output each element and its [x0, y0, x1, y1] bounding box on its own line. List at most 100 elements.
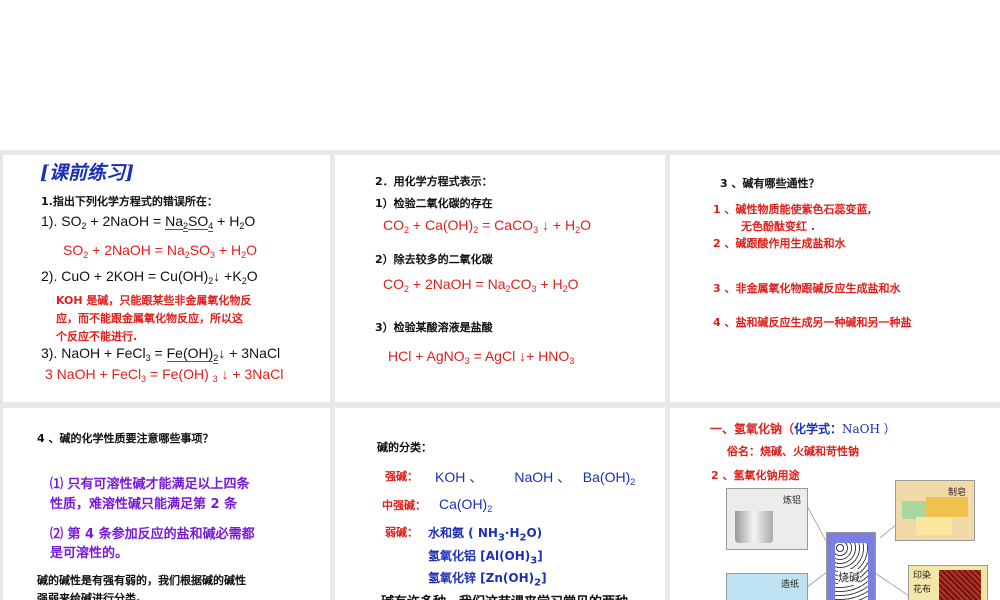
aluminum-pot-image: 炼铝 — [726, 488, 808, 550]
equation-part: O) — [526, 526, 543, 540]
equation-part: CO — [383, 217, 404, 233]
equation-part: = — [150, 345, 167, 361]
equation-part: CO — [383, 276, 404, 292]
equation-part: SO — [189, 242, 210, 258]
list-item: 1 、碱性物质能使紫色石蕊变蓝, — [713, 203, 872, 216]
slide-thumbnail-2[interactable]: 2．用化学方程式表示： 1）检验二氧化碳的存在 CO2 + Ca(OH)2 = … — [335, 155, 665, 402]
subheading: 3）检验某酸溶液是盐酸 — [375, 321, 493, 334]
question-text: 1.指出下列化学方程式的错误所在： — [41, 195, 218, 208]
equation-part: + H — [213, 213, 240, 229]
note-line: 个反应不能进行. — [56, 330, 138, 343]
equation-part: + 2NaOH = Na — [88, 242, 185, 258]
slide-thumbnail-5[interactable]: 碱的分类： 强碱： KOH 、 NaOH 、 Ba(OH)2 中强碱： Ca(O… — [335, 408, 665, 600]
category-label: 强碱： — [385, 470, 418, 483]
equation-part: CO — [510, 276, 532, 292]
equation-part: ↓ + H — [538, 217, 576, 233]
list-item: 无色酚酞变红 . — [741, 220, 816, 233]
equation-part: 3 — [569, 356, 575, 366]
footer-line: 碱有许多种，我们这节课来学习常见的两种 — [381, 591, 628, 600]
slide-title: 3 、碱有哪些通性？ — [720, 177, 820, 190]
image-label: 制皂 — [947, 488, 966, 498]
equation: 1). SO2 + 2NaOH = Na2SO4 + H2O — [41, 213, 255, 232]
papermaking-image: 造纸 — [726, 573, 808, 600]
category-values: 氢氧化铝 [Al(OH)3] — [428, 547, 543, 566]
equation-part: ↓ +K — [213, 268, 242, 284]
image-label: 印染花布 — [913, 571, 932, 595]
slide-title: 碱的分类： — [377, 441, 432, 454]
category-values: Ca(OH)2 — [439, 496, 492, 514]
caustic-soda-jar-image: 烧碱 — [826, 532, 876, 600]
equation-part: 3 — [497, 532, 505, 544]
equation-part: O — [246, 242, 257, 258]
subheading: 1）检验二氧化碳的存在 — [375, 197, 493, 210]
image-label: 造纸 — [780, 580, 799, 590]
slide-thumbnail-1[interactable]: [课前练习] 1.指出下列化学方程式的错误所在： 1). SO2 + 2NaOH… — [3, 155, 330, 402]
equation-part: 2 — [630, 477, 636, 487]
list-item: 4 、盐和碱反应生成另一种碱和另一种盐 — [713, 316, 912, 329]
equation: 2). CuO + 2KOH = Cu(OH)2↓ +K2O — [41, 268, 258, 286]
equation: CO2 + Ca(OH)2 = CaCO3 ↓ + H2O — [383, 217, 591, 235]
equation-part: 2). CuO + 2KOH = Cu(OH) — [41, 268, 209, 284]
equation-part: + H — [536, 276, 563, 292]
equation-part: O — [246, 268, 258, 284]
category-values: KOH 、 NaOH 、 Ba(OH)2 — [435, 467, 635, 487]
note-line: KOH 是碱，只能跟某些非金属氧化物反 — [56, 294, 252, 307]
point-line: 性质，难溶性碱只能满足第 2 条 — [50, 497, 238, 512]
point-line: ⑴ 只有可溶性碱才能满足以上四条 — [50, 477, 250, 492]
equation-part: 3). NaOH + FeCl — [41, 345, 146, 361]
equation-part: Na — [165, 213, 183, 230]
footer-line: 碱的碱性是有强有弱的，我们根据碱的碱性 — [37, 574, 246, 587]
soap-image: 制皂 — [895, 480, 975, 541]
footer-line: 强弱来给碱进行分类。 — [37, 592, 147, 600]
slide-thumbnail-6[interactable]: 一、氢氧化钠（化学式：NaOH ） 俗名：烧碱、火碱和苛性钠 2 、氢氧化钠用途… — [670, 408, 1000, 600]
equation-part: 2 — [487, 504, 493, 514]
equation-part: 水和氨 ( NH — [428, 526, 498, 540]
dyed-fabric-image: 印染花布 — [908, 565, 988, 600]
equation: CO2 + 2NaOH = Na2CO3 + H2O — [383, 276, 579, 294]
equation-part: = Fe(OH) — [146, 366, 213, 382]
equation-correction: SO2 + 2NaOH = Na2SO3 + H2O — [63, 242, 257, 260]
equation: 3). NaOH + FeCl3 = Fe(OH)2↓ + 3NaCl — [41, 345, 281, 364]
equation-part: KOH 、 NaOH 、 Ba(OH) — [435, 469, 631, 485]
image-label: 烧碱 — [838, 569, 860, 585]
equation-part: ↓ + 3NaCl — [217, 366, 284, 382]
slide-thumbnail-3[interactable]: 3 、碱有哪些通性？ 1 、碱性物质能使紫色石蕊变蓝, 无色酚酞变红 . 2 、… — [670, 155, 1000, 402]
equation-part: SO — [188, 213, 209, 230]
point-line: ⑵ 第 4 条参加反应的盐和碱必需都 — [50, 527, 255, 542]
subheading: 2）除去较多的二氧化碳 — [375, 253, 493, 266]
image-label: 炼铝 — [782, 496, 801, 506]
category-values: 水和氨 ( NH3·H2O) — [428, 524, 542, 543]
equation-part: O — [567, 276, 579, 292]
equation-part: 1). SO — [41, 213, 82, 229]
equation-part: Fe(OH) — [166, 345, 214, 362]
fabric-icon — [939, 570, 981, 600]
equation-part: 氢氧化铝 [Al(OH) — [428, 549, 531, 563]
equation-part: O — [580, 217, 591, 233]
equation-part: = AgCl ↓+ HNO — [469, 348, 570, 364]
equation-part: + 2NaOH = Na — [409, 276, 506, 292]
equation-part: = CaCO — [478, 217, 534, 233]
category-values: 氢氧化锌 [Zn(OH)2] — [428, 569, 547, 588]
category-label: 弱碱： — [385, 526, 418, 539]
slide-title: 4 、碱的化学性质要注意哪些事项？ — [37, 432, 214, 445]
equation: HCl + AgNO3 = AgCl ↓+ HNO3 — [388, 348, 574, 366]
slide-title: 2．用化学方程式表示： — [375, 175, 493, 188]
equation-part: + H — [215, 242, 242, 258]
note-line: 应，而不能跟金属氧化物反应，所以这 — [56, 312, 243, 325]
equation-part: Ca(OH) — [439, 496, 488, 512]
equation-part: + 2NaOH = — [86, 213, 166, 229]
equation-part: + Ca(OH) — [409, 217, 474, 233]
slide-thumbnail-4[interactable]: 4 、碱的化学性质要注意哪些事项？ ⑴ 只有可溶性碱才能满足以上四条 性质，难溶… — [3, 408, 330, 600]
equation-part: ↓ + 3NaCl — [218, 345, 281, 361]
equation-part: ] — [541, 571, 547, 585]
list-item: 3 、非金属氧化物跟碱反应生成盐和水 — [713, 282, 901, 295]
equation-part: 3 NaOH + FeCl — [45, 366, 142, 382]
equation-part: ·H — [504, 526, 520, 540]
equation-part: ] — [537, 549, 543, 563]
slide-title: [课前练习] — [40, 162, 134, 184]
equation-part: HCl + AgNO — [388, 348, 465, 364]
category-label: 中强碱： — [382, 499, 426, 512]
soap-icon — [916, 517, 952, 535]
equation-correction: 3 NaOH + FeCl3 = Fe(OH) 3 ↓ + 3NaCl — [45, 366, 283, 384]
equation-part: 氢氧化锌 [Zn(OH) — [428, 571, 535, 585]
